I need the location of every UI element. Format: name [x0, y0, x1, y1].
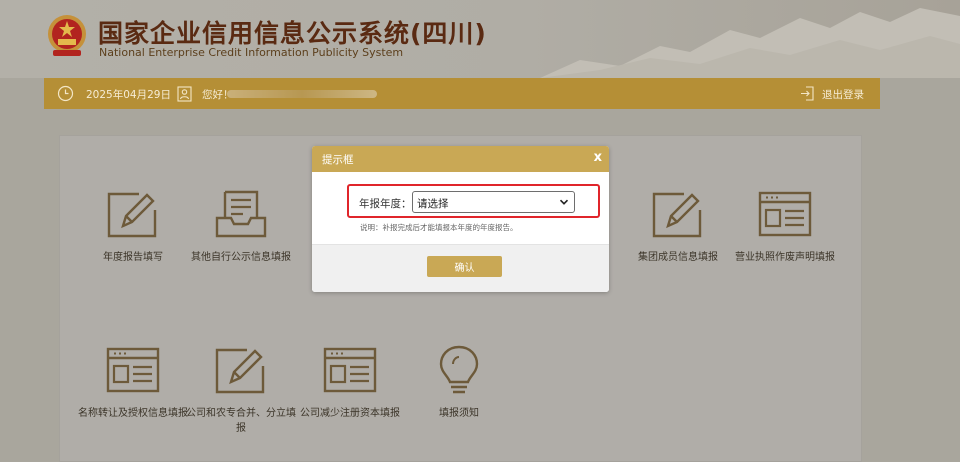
note-text: 说明：补报完成后才能填报本年度的年度报告。 [360, 223, 518, 232]
tile-label: 年度报告填写 [103, 252, 163, 263]
logout-link[interactable]: 退出登录 [822, 87, 864, 102]
dialog-title: 提示框 [322, 154, 354, 166]
tile-merger-division[interactable]: 公司和农专合并、分立填报 [186, 344, 296, 436]
tile-capital-reduction[interactable]: 公司减少注册资本填报 [295, 344, 405, 421]
tile-name-transfer[interactable]: 名称转让及授权信息填报 [78, 344, 188, 421]
blurred-username [227, 90, 377, 98]
form-icon [323, 347, 377, 393]
year-select-value: 请选择 [417, 198, 449, 210]
tile-other-publicity[interactable]: 其他自行公示信息填报 [186, 188, 296, 265]
edit-icon [215, 348, 265, 394]
tile-label: 填报须知 [439, 408, 479, 419]
tile-annual-report[interactable]: 年度报告填写 [78, 188, 188, 265]
site-title: 国家企业信用信息公示系统(四川) [98, 19, 487, 48]
national-emblem-icon [48, 15, 86, 56]
tile-filing-notice[interactable]: 填报须知 [404, 344, 514, 421]
lightbulb-icon [439, 345, 479, 394]
current-date: 2025年04月29日 [86, 89, 171, 101]
logout-icon[interactable] [800, 86, 815, 101]
prompt-dialog: 提示框 x 年报年度： 请选择 说明：补报完成后才能填报本年度的年度报告。 确认 [312, 146, 609, 292]
tile-label: 其他自行公示信息填报 [191, 252, 291, 263]
site-subtitle: National Enterprise Credit Information P… [99, 46, 404, 59]
inbox-icon [215, 190, 267, 238]
tile-group-members[interactable]: 集团成员信息填报 [623, 188, 733, 265]
form-icon [106, 347, 160, 393]
year-select[interactable]: 请选择 [412, 191, 575, 213]
user-icon [177, 86, 192, 102]
clock-icon [57, 85, 74, 102]
close-icon[interactable]: x [594, 150, 602, 166]
confirm-button[interactable]: 确认 [427, 256, 502, 277]
tile-label: 集团成员信息填报 [638, 252, 718, 263]
mountain-banner-image [540, 8, 960, 78]
tile-label: 营业执照作废声明填报 [735, 252, 835, 263]
dialog-header: 提示框 x [312, 146, 609, 172]
site-header: 国家企业信用信息公示系统(四川) National Enterprise Cre… [0, 0, 960, 78]
edit-icon [652, 192, 702, 238]
year-label: 年报年度： [359, 198, 412, 210]
edit-icon [107, 192, 157, 238]
chevron-down-icon [559, 199, 569, 205]
user-info-bar: 2025年04月29日 您好！ 退出登录 [44, 78, 880, 109]
tile-license-void[interactable]: 营业执照作废声明填报 [730, 188, 840, 265]
form-icon [758, 191, 812, 237]
dialog-footer: 确认 [312, 244, 609, 292]
tile-label: 公司减少注册资本填报 [300, 408, 400, 419]
tile-label: 名称转让及授权信息填报 [78, 408, 188, 419]
tile-label: 公司和农专合并、分立填报 [186, 408, 296, 434]
